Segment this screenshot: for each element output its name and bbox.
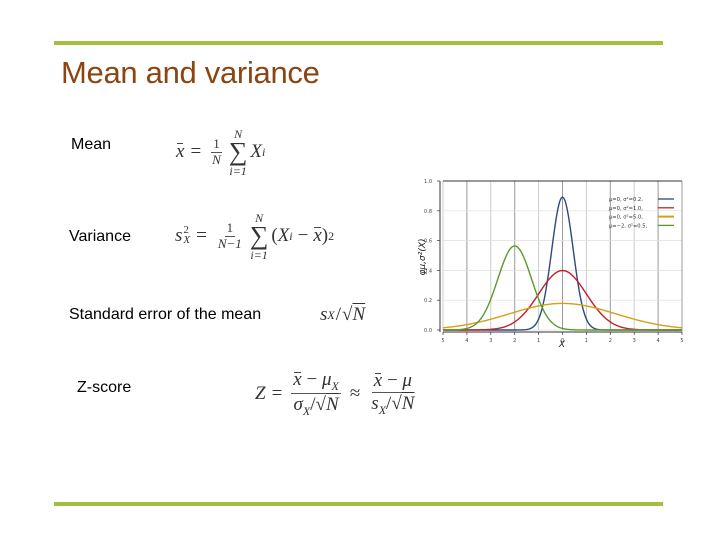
minus-sign: − <box>306 369 318 390</box>
y-tick-label: 0.8 <box>424 209 432 215</box>
sigma-symbol: ∑ <box>249 221 269 250</box>
equals-sign: = <box>190 141 202 163</box>
grid <box>442 180 683 331</box>
y-tick-label: 0.2 <box>424 298 432 304</box>
xbar: x <box>176 141 185 163</box>
equals-sign: = <box>196 225 207 247</box>
variance-label: Variance <box>69 228 131 245</box>
x-tick-label: 1 <box>537 338 540 344</box>
numerator: x − μX <box>291 369 341 395</box>
var-n: N <box>352 304 366 325</box>
y-tick-label: 1.0 <box>424 179 432 185</box>
denominator: σX/√N <box>292 394 341 419</box>
subscript-i: i <box>289 228 293 243</box>
subscript-x: X <box>183 234 191 247</box>
slide-title: Mean and variance <box>61 55 320 90</box>
legend-label: μ=0, σ²=0.2, <box>609 197 643 203</box>
sqrt-symbol: √ <box>342 304 353 325</box>
legend: μ=0, σ²=0.2, μ=0, σ²=1.0, μ=0, σ²=5.0, μ=−2… <box>609 197 674 229</box>
x-tick-label: 5 <box>441 338 444 344</box>
denominator: N <box>212 151 221 167</box>
slash: / <box>335 304 342 325</box>
axes: 5 4 3 2 1 0 1 2 3 4 50.00.20.40.60.81.0 <box>424 179 684 344</box>
var-n: N <box>401 393 415 415</box>
z-score-formula: Z = x − μX σX/√N ≈ x − μ sX/√N <box>255 369 419 419</box>
legend-label: μ=−2, σ²=0.5, <box>609 223 648 229</box>
minus-sign: − <box>386 370 398 392</box>
x-tick-label: 3 <box>489 338 492 344</box>
var-mu: μ <box>321 369 332 390</box>
fraction: 1 N <box>210 136 223 167</box>
standard-error-formula: sX / √ N <box>320 304 365 326</box>
legend-label: μ=0, σ²=5.0, <box>609 215 643 221</box>
x-tick-label: 5 <box>680 338 683 344</box>
z-score-label: Z-score <box>77 379 132 396</box>
legend-label: μ=0, σ²=1.0, <box>609 206 643 212</box>
fraction: 1 N−1 <box>216 220 244 251</box>
subscript-x: X <box>327 307 335 322</box>
var-sigma: σ <box>293 394 303 416</box>
sqrt-symbol: √ <box>391 393 402 415</box>
equals-sign: = <box>271 383 283 405</box>
x-tick-label: 2 <box>513 338 516 344</box>
x-tick-label: 1 <box>585 338 588 344</box>
var-z: Z <box>255 383 266 405</box>
fraction-2: x − μ sX/√N <box>369 370 416 418</box>
summation: N ∑ i=1 <box>250 212 269 261</box>
bottom-accent-rule <box>54 502 663 506</box>
y-tick-label: 0.0 <box>424 328 432 334</box>
numerator: 1 <box>224 220 236 237</box>
minus-sign: − <box>297 225 309 247</box>
numerator: 1 <box>211 136 222 153</box>
x-axis-label: X <box>558 340 566 350</box>
top-accent-rule <box>54 41 663 45</box>
numerator: x − μ <box>371 370 414 394</box>
y-axis-label: φμ,σ²(X) <box>418 238 428 275</box>
scripts: 2 X <box>183 225 191 247</box>
sqrt-symbol: √ <box>315 394 326 416</box>
superscript-2: 2 <box>328 228 335 243</box>
denominator: sX/√N <box>369 393 416 418</box>
summation: N ∑ i=1 <box>229 128 248 177</box>
xbar: x <box>293 369 302 390</box>
normal-distribution-chart: 5 4 3 2 1 0 1 2 3 4 50.00.20.40.60.81.0 μ=0, σ²=0.… <box>418 179 684 350</box>
approx-sign: ≈ <box>349 383 361 405</box>
x-tick-label: 4 <box>657 338 660 344</box>
fraction-1: x − μX σX/√N <box>291 369 341 419</box>
sum-lower: i=1 <box>229 163 247 178</box>
variance-formula: s 2 X = 1 N−1 N ∑ i=1 (Xi − x) 2 <box>175 212 334 261</box>
x-tick-label: 3 <box>633 338 636 344</box>
x-tick-label: 4 <box>465 338 468 344</box>
var-x: X <box>277 225 290 247</box>
var-n: N <box>325 394 339 416</box>
var-mu: μ <box>402 370 412 392</box>
standard-error-label: Standard error of the mean <box>69 306 262 323</box>
sum-lower: i=1 <box>250 247 268 262</box>
mean-label: Mean <box>71 136 112 153</box>
var-s: s <box>175 225 183 247</box>
mean-formula: x = 1 N N ∑ i=1 Xi <box>176 128 265 177</box>
xbar: x <box>313 225 322 247</box>
denominator: N−1 <box>217 235 242 251</box>
subscript-x: X <box>331 379 339 393</box>
x-tick-label: 2 <box>609 338 612 344</box>
var-x: X <box>250 141 262 163</box>
var-s: s <box>371 393 379 415</box>
subscript-i: i <box>261 144 266 159</box>
subscript-x: X <box>378 403 387 418</box>
xbar: x <box>373 370 383 392</box>
sigma-symbol: ∑ <box>228 137 248 166</box>
